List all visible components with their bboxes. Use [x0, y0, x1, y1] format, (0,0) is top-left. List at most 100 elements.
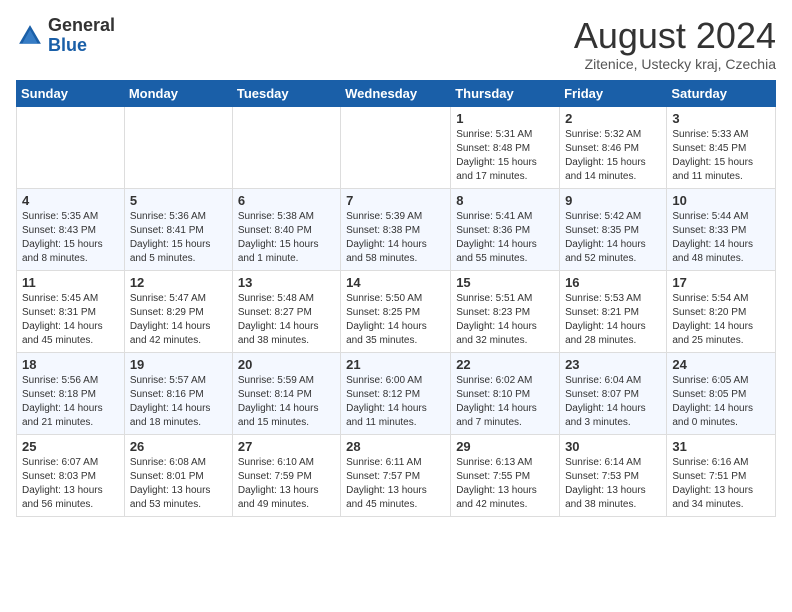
day-info: Sunrise: 5:57 AMSunset: 8:16 PMDaylight:… [130, 374, 227, 430]
day-info: Sunrise: 6:14 AMSunset: 7:53 PMDaylight:… [565, 456, 661, 512]
calendar-week-row: 25 Sunrise: 6:07 AMSunset: 8:03 PMDayligh… [17, 434, 776, 516]
day-info: Sunrise: 6:16 AMSunset: 7:51 PMDaylight:… [672, 456, 770, 512]
day-number: 27 [238, 439, 335, 454]
day-number: 12 [130, 275, 227, 290]
calendar-day-header: Thursday [451, 80, 560, 106]
day-number: 29 [456, 439, 554, 454]
day-number: 15 [456, 275, 554, 290]
calendar-cell: 7Sunrise: 5:39 AMSunset: 8:38 PMDaylight… [341, 188, 451, 270]
day-number: 25 [22, 439, 119, 454]
day-number: 8 [456, 193, 554, 208]
calendar-cell: 10Sunrise: 5:44 AMSunset: 8:33 PMDayligh… [667, 188, 776, 270]
calendar-cell: 1 Sunrise: 5:31 AMSunset: 8:48 PMDaylight… [451, 106, 560, 188]
calendar-day-header: Tuesday [232, 80, 340, 106]
header: General Blue August 2024 Zitenice, Ustec… [16, 16, 776, 72]
calendar-cell [341, 106, 451, 188]
calendar-cell: 31 Sunrise: 6:16 AMSunset: 7:51 PMDayligh… [667, 434, 776, 516]
day-info: Sunrise: 6:08 AMSunset: 8:01 PMDaylight:… [130, 456, 227, 512]
logo: General Blue [16, 16, 115, 56]
day-number: 9 [565, 193, 661, 208]
day-info: Sunrise: 6:00 AMSunset: 8:12 PMDaylight:… [346, 374, 445, 430]
logo-blue-text: Blue [48, 36, 115, 56]
day-info: Sunrise: 5:56 AMSunset: 8:18 PMDaylight:… [22, 374, 119, 430]
calendar-cell [124, 106, 232, 188]
logo-text: General Blue [48, 16, 115, 56]
day-info: Sunrise: 5:47 AMSunset: 8:29 PMDaylight:… [130, 292, 227, 348]
main-title: August 2024 [574, 16, 776, 56]
calendar-cell: 27Sunrise: 6:10 AMSunset: 7:59 PMDayligh… [232, 434, 340, 516]
calendar-day-header: Saturday [667, 80, 776, 106]
calendar-cell: 22Sunrise: 6:02 AMSunset: 8:10 PMDayligh… [451, 352, 560, 434]
day-info: Sunrise: 5:38 AMSunset: 8:40 PMDaylight:… [238, 210, 335, 266]
day-number: 26 [130, 439, 227, 454]
calendar-table: SundayMondayTuesdayWednesdayThursdayFrid… [16, 80, 776, 517]
day-info: Sunrise: 5:31 AMSunset: 8:48 PMDaylight:… [456, 128, 554, 184]
day-number: 31 [672, 439, 770, 454]
calendar-cell: 28Sunrise: 6:11 AMSunset: 7:57 PMDayligh… [341, 434, 451, 516]
day-info: Sunrise: 5:45 AMSunset: 8:31 PMDaylight:… [22, 292, 119, 348]
day-info: Sunrise: 5:59 AMSunset: 8:14 PMDaylight:… [238, 374, 335, 430]
day-number: 28 [346, 439, 445, 454]
calendar-cell [17, 106, 125, 188]
day-number: 2 [565, 111, 661, 126]
calendar-cell: 23Sunrise: 6:04 AMSunset: 8:07 PMDayligh… [560, 352, 667, 434]
calendar-cell: 30Sunrise: 6:14 AMSunset: 7:53 PMDayligh… [560, 434, 667, 516]
calendar-header-row: SundayMondayTuesdayWednesdayThursdayFrid… [17, 80, 776, 106]
day-number: 24 [672, 357, 770, 372]
subtitle: Zitenice, Ustecky kraj, Czechia [574, 56, 776, 72]
calendar-cell: 12 Sunrise: 5:47 AMSunset: 8:29 PMDayligh… [124, 270, 232, 352]
day-info: Sunrise: 5:53 AMSunset: 8:21 PMDaylight:… [565, 292, 661, 348]
day-number: 22 [456, 357, 554, 372]
calendar-cell [232, 106, 340, 188]
calendar-cell: 16 Sunrise: 5:53 AMSunset: 8:21 PMDayligh… [560, 270, 667, 352]
calendar-day-header: Friday [560, 80, 667, 106]
page: General Blue August 2024 Zitenice, Ustec… [0, 0, 792, 533]
day-info: Sunrise: 6:07 AMSunset: 8:03 PMDaylight:… [22, 456, 119, 512]
calendar-week-row: 1 Sunrise: 5:31 AMSunset: 8:48 PMDaylight… [17, 106, 776, 188]
calendar-week-row: 18 Sunrise: 5:56 AMSunset: 8:18 PMDayligh… [17, 352, 776, 434]
day-number: 5 [130, 193, 227, 208]
day-number: 1 [456, 111, 554, 126]
calendar-cell: 13 Sunrise: 5:48 AMSunset: 8:27 PMDayligh… [232, 270, 340, 352]
title-block: August 2024 Zitenice, Ustecky kraj, Czec… [574, 16, 776, 72]
calendar-cell: 21 Sunrise: 6:00 AMSunset: 8:12 PMDayligh… [341, 352, 451, 434]
calendar-cell: 6 Sunrise: 5:38 AMSunset: 8:40 PMDaylight… [232, 188, 340, 270]
calendar-cell: 5 Sunrise: 5:36 AMSunset: 8:41 PMDaylight… [124, 188, 232, 270]
day-number: 18 [22, 357, 119, 372]
day-info: Sunrise: 5:48 AMSunset: 8:27 PMDaylight:… [238, 292, 335, 348]
day-number: 3 [672, 111, 770, 126]
logo-general-text: General [48, 16, 115, 36]
day-info: Sunrise: 6:05 AMSunset: 8:05 PMDaylight:… [672, 374, 770, 430]
calendar-day-header: Sunday [17, 80, 125, 106]
calendar-cell: 26 Sunrise: 6:08 AMSunset: 8:01 PMDayligh… [124, 434, 232, 516]
day-info: Sunrise: 5:33 AMSunset: 8:45 PMDaylight:… [672, 128, 770, 184]
calendar-week-row: 4Sunrise: 5:35 AMSunset: 8:43 PMDaylight… [17, 188, 776, 270]
day-number: 13 [238, 275, 335, 290]
calendar-cell: 2Sunrise: 5:32 AMSunset: 8:46 PMDaylight… [560, 106, 667, 188]
calendar-day-header: Wednesday [341, 80, 451, 106]
calendar-cell: 11 Sunrise: 5:45 AMSunset: 8:31 PMDayligh… [17, 270, 125, 352]
calendar-day-header: Monday [124, 80, 232, 106]
calendar-cell: 14 Sunrise: 5:50 AMSunset: 8:25 PMDayligh… [341, 270, 451, 352]
day-info: Sunrise: 5:42 AMSunset: 8:35 PMDaylight:… [565, 210, 661, 266]
calendar-cell: 4Sunrise: 5:35 AMSunset: 8:43 PMDaylight… [17, 188, 125, 270]
day-info: Sunrise: 5:51 AMSunset: 8:23 PMDaylight:… [456, 292, 554, 348]
day-number: 17 [672, 275, 770, 290]
day-number: 16 [565, 275, 661, 290]
day-number: 23 [565, 357, 661, 372]
calendar-cell: 17Sunrise: 5:54 AMSunset: 8:20 PMDayligh… [667, 270, 776, 352]
day-number: 21 [346, 357, 445, 372]
day-info: Sunrise: 5:50 AMSunset: 8:25 PMDaylight:… [346, 292, 445, 348]
logo-icon [16, 22, 44, 50]
day-info: Sunrise: 5:36 AMSunset: 8:41 PMDaylight:… [130, 210, 227, 266]
day-number: 6 [238, 193, 335, 208]
day-number: 10 [672, 193, 770, 208]
calendar-cell: 29 Sunrise: 6:13 AMSunset: 7:55 PMDayligh… [451, 434, 560, 516]
calendar-week-row: 11 Sunrise: 5:45 AMSunset: 8:31 PMDayligh… [17, 270, 776, 352]
calendar-cell: 8Sunrise: 5:41 AMSunset: 8:36 PMDaylight… [451, 188, 560, 270]
calendar-cell: 19Sunrise: 5:57 AMSunset: 8:16 PMDayligh… [124, 352, 232, 434]
day-number: 14 [346, 275, 445, 290]
day-info: Sunrise: 6:13 AMSunset: 7:55 PMDaylight:… [456, 456, 554, 512]
day-info: Sunrise: 5:35 AMSunset: 8:43 PMDaylight:… [22, 210, 119, 266]
day-number: 11 [22, 275, 119, 290]
